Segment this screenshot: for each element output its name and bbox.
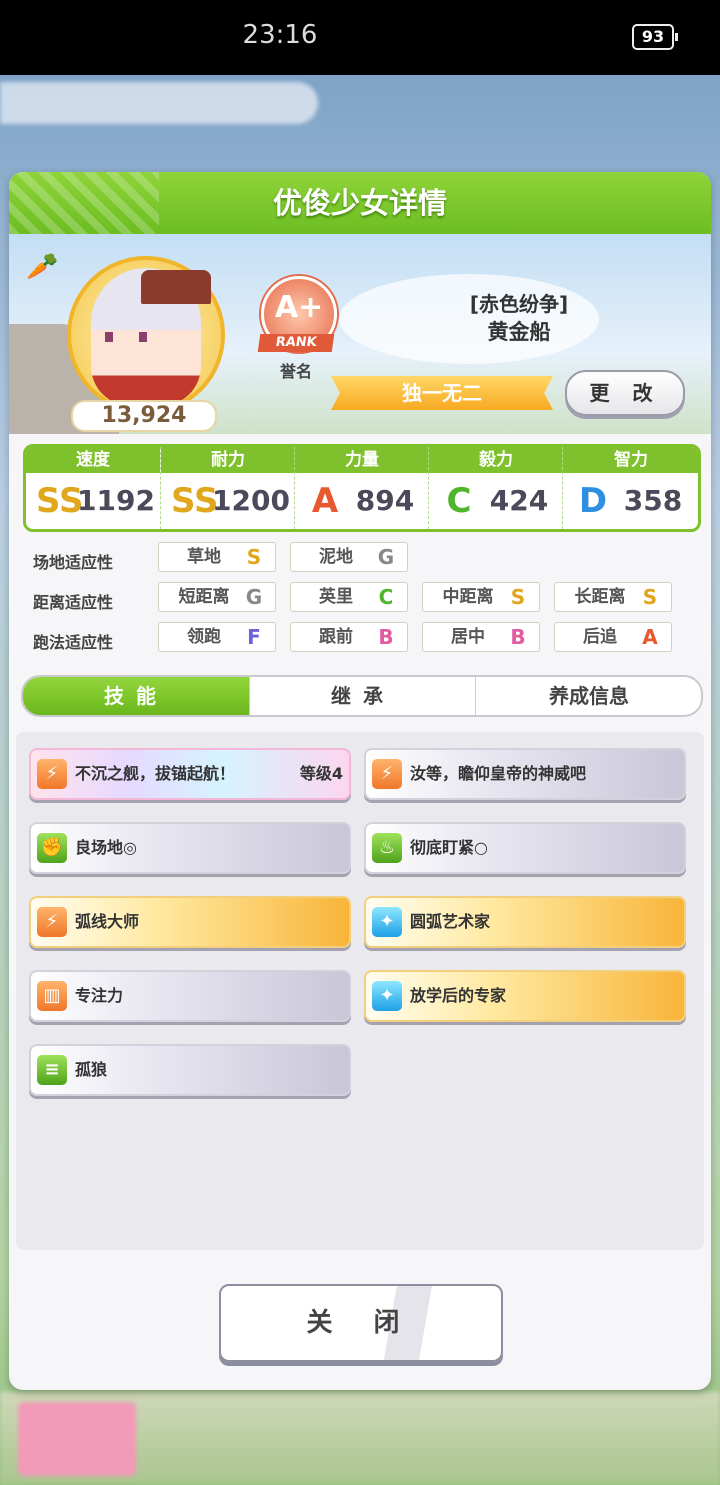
flame-icon: ♨ — [372, 833, 402, 863]
stat-stamina: 耐力 SS 1200 — [160, 447, 295, 529]
skill-card[interactable]: ≡ 孤狼 — [29, 1044, 351, 1096]
stat-guts: 毅力 C 424 — [428, 447, 563, 529]
aptitude-turf: 草地 S — [158, 542, 276, 572]
background-bottom-menu — [0, 1392, 720, 1485]
stat-value: 894 — [355, 484, 415, 517]
distance-aptitude-label: 距离适应性 — [33, 593, 114, 612]
title-badge: 独一无二 — [331, 376, 553, 410]
stat-label: 耐力 — [161, 447, 295, 473]
aptitude-late-surger: 居中 B — [422, 622, 540, 652]
speed-lines-icon: ≡ — [37, 1055, 67, 1085]
stat-value: 1192 — [77, 484, 155, 517]
carrot-icon: 🥕 — [26, 252, 59, 282]
stat-grade: SS — [171, 481, 219, 521]
stat-label: 毅力 — [429, 447, 563, 473]
aptitude-long: 长距离 S — [554, 582, 672, 612]
stat-wisdom: 智力 D 358 — [562, 447, 698, 529]
field-aptitude-label: 场地适应性 — [33, 553, 114, 572]
sparkle-icon: ✦ — [372, 907, 402, 937]
background-blurred-bar — [0, 82, 318, 124]
character-name: 黄金船 — [487, 320, 551, 344]
runner-icon: ⚡ — [37, 759, 67, 789]
skill-name: 孤狼 — [75, 1060, 108, 1079]
skill-name: 专注力 — [75, 986, 124, 1005]
uma-detail-dialog: 优俊少女详情 🥕 13,924 A+ RANK 誉名 [赤色纷争] 黄金船 独一… — [9, 172, 711, 1390]
aptitude-mile: 英里 C — [290, 582, 408, 612]
skill-name: 放学后的专家 — [410, 986, 507, 1005]
stat-grade: D — [578, 481, 608, 521]
skill-name: 弧线大师 — [75, 912, 140, 931]
stat-label: 智力 — [563, 447, 698, 473]
skill-card[interactable]: ⚡ 汝等，瞻仰皇帝的神威吧 — [364, 748, 686, 800]
status-time: 23:16 — [242, 20, 318, 50]
aptitude-front-runner: 领跑 F — [158, 622, 276, 652]
stat-value: 358 — [623, 484, 683, 517]
stat-label: 力量 — [295, 447, 429, 473]
stat-grade: A — [311, 481, 339, 521]
skill-name: 不沉之舰，拔锚起航！ — [75, 764, 236, 783]
rank-label: 誉名 — [279, 362, 312, 381]
runner-icon: ⚡ — [372, 759, 402, 789]
sparkle-icon: ✦ — [372, 981, 402, 1011]
aptitude-medium: 中距离 S — [422, 582, 540, 612]
character-epithet: [赤色纷争] — [469, 292, 569, 316]
fan-count: 13,924 — [71, 400, 217, 432]
profile-banner: 🥕 13,924 A+ RANK 誉名 [赤色纷争] 黄金船 独一无二 更 改 — [9, 234, 711, 434]
stat-speed: 速度 SS 1192 — [26, 447, 160, 529]
skill-card[interactable]: ⚡ 弧线大师 — [29, 896, 351, 948]
skill-card-unique[interactable]: ⚡ 不沉之舰，拔锚起航！ 等级4 — [29, 748, 351, 800]
skill-level: 等级4 — [299, 764, 343, 783]
skill-name: 圆弧艺术家 — [410, 912, 491, 931]
stat-power: 力量 A 894 — [294, 447, 429, 529]
stats-panel: 速度 SS 1192 耐力 SS 1200 力量 A 894 毅力 C 424 … — [23, 444, 701, 532]
skill-name: 汝等，瞻仰皇帝的神威吧 — [410, 764, 587, 783]
muscle-icon: ✊ — [37, 833, 67, 863]
stat-value: 424 — [489, 484, 549, 517]
skill-card[interactable]: ✊ 良场地◎ — [29, 822, 351, 874]
stat-grade: SS — [36, 481, 84, 521]
aptitude-dirt: 泥地 G — [290, 542, 408, 572]
stat-grade: C — [446, 481, 472, 521]
rank-ribbon: RANK — [257, 334, 335, 352]
dialog-header: 优俊少女详情 — [9, 172, 711, 234]
status-bar: 23:16 93 — [0, 0, 720, 75]
skill-card[interactable]: ♨ 彻底盯紧○ — [364, 822, 686, 874]
skill-card[interactable]: ▥ 专注力 — [29, 970, 351, 1022]
runner-icon: ⚡ — [37, 907, 67, 937]
aptitude-pace-chaser: 跟前 B — [290, 622, 408, 652]
stat-label: 速度 — [26, 447, 160, 473]
tab-skills[interactable]: 技能 — [23, 677, 249, 715]
character-avatar[interactable] — [67, 256, 225, 414]
style-aptitude-label: 跑法适应性 — [33, 633, 114, 652]
skill-name: 良场地◎ — [75, 838, 137, 857]
skills-list: ⚡ 不沉之舰，拔锚起航！ 等级4 ⚡ 汝等，瞻仰皇帝的神威吧 ✊ 良场地◎ ♨ … — [16, 732, 704, 1250]
tab-inheritance[interactable]: 继承 — [249, 677, 476, 715]
stat-value: 1200 — [212, 484, 290, 517]
aptitude-sprint: 短距离 G — [158, 582, 276, 612]
skill-card[interactable]: ✦ 圆弧艺术家 — [364, 896, 686, 948]
close-button[interactable]: 关 闭 — [219, 1284, 503, 1362]
battery-icon: 93 — [632, 24, 678, 50]
detail-tabs: 技能 继承 养成信息 — [21, 675, 703, 717]
skill-name: 彻底盯紧○ — [410, 838, 488, 857]
gate-icon: ▥ — [37, 981, 67, 1011]
dialog-title: 优俊少女详情 — [272, 186, 447, 220]
tab-training-info[interactable]: 养成信息 — [475, 677, 701, 715]
skill-card[interactable]: ✦ 放学后的专家 — [364, 970, 686, 1022]
change-title-button[interactable]: 更 改 — [565, 370, 685, 416]
aptitude-end-closer: 后追 A — [554, 622, 672, 652]
